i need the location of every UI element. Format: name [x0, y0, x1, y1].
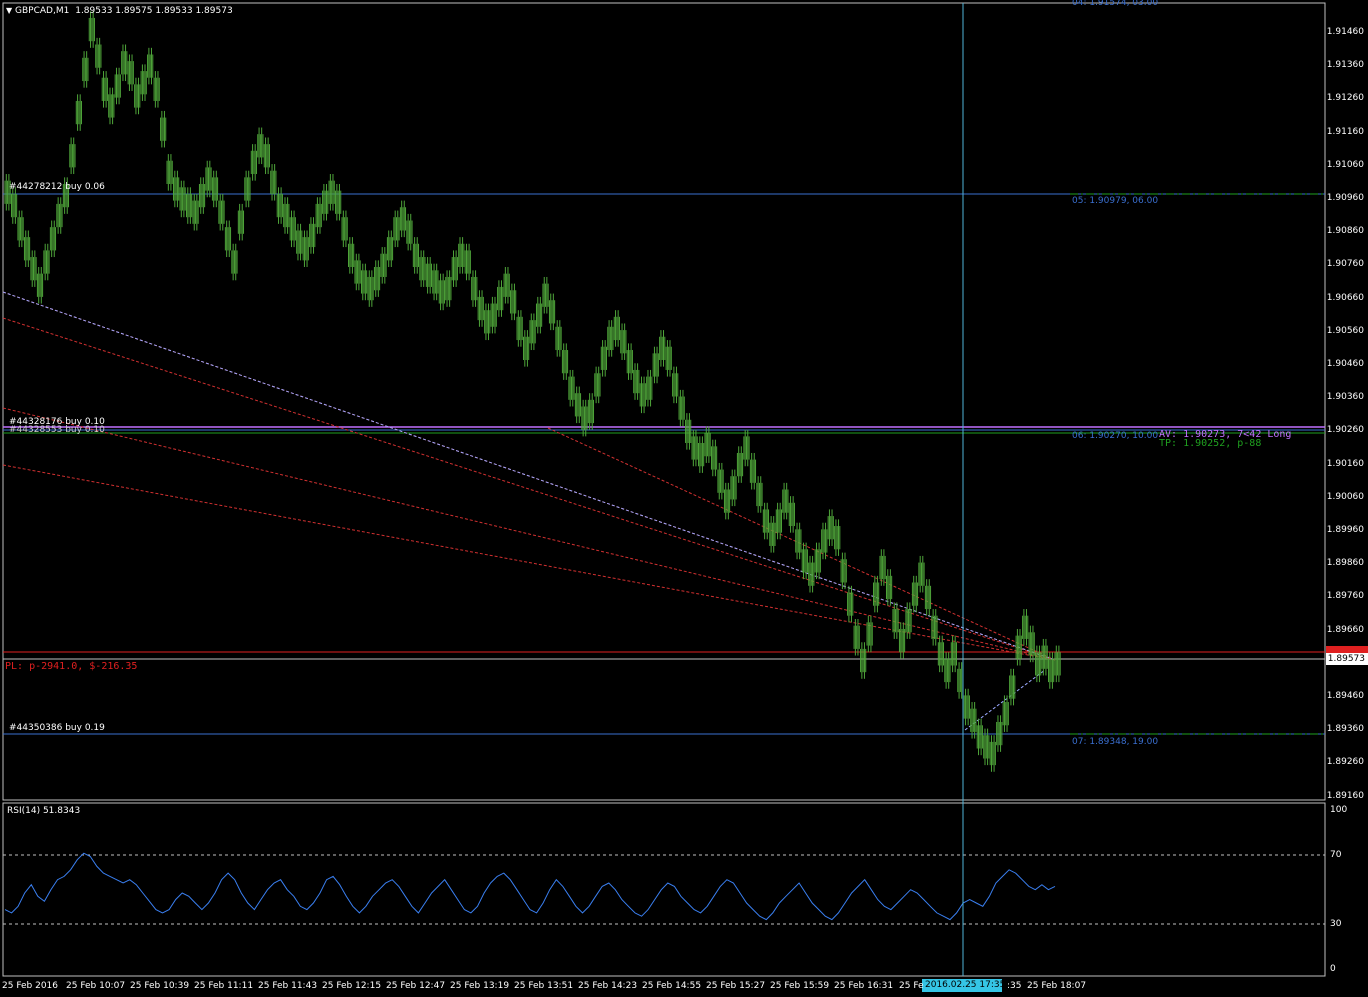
time-tick-label: 25 Feb 11:43 — [258, 981, 318, 991]
time-tick-label: 25 Feb 2016 — [2, 981, 59, 991]
collapse-triangle-icon[interactable]: ▼ — [6, 6, 12, 15]
rsi-axis-0: 0 — [1330, 964, 1336, 974]
time-tick-label: 25 Feb 12:47 — [386, 981, 446, 991]
price-tick-label: 1.90860 — [1326, 226, 1364, 237]
price-tick-label: 1.90260 — [1326, 425, 1364, 436]
time-tick-label: 25 Feb 13:51 — [514, 981, 574, 991]
time-tick-label: 25 Feb 15:59 — [770, 981, 830, 991]
time-tick-label: 25 Feb 13:19 — [450, 981, 510, 991]
price-tick-label: 1.90660 — [1326, 292, 1364, 303]
price-tick-label: 1.91360 — [1326, 60, 1364, 71]
time-tick-label: 25 Feb 14:55 — [642, 981, 702, 991]
time-tick-label: 25 Feb 16:31 — [834, 981, 894, 991]
price-tick-label: 1.91260 — [1326, 93, 1364, 104]
price-tick-label: 1.89760 — [1326, 591, 1364, 602]
price-tick-label: 1.89360 — [1326, 724, 1364, 735]
level-label-05: 05: 1.90979, 06.00 — [1072, 196, 1159, 206]
main-chart-frame — [2, 2, 1326, 801]
time-tick-label: 25 Feb 10:39 — [130, 981, 190, 991]
price-tick-label: 1.89460 — [1326, 691, 1364, 701]
rsi-axis-70: 70 — [1330, 850, 1342, 860]
price-tick-label: 1.91160 — [1326, 126, 1364, 137]
price-tick-label: 1.90060 — [1326, 491, 1364, 502]
chart-header[interactable]: ▼ GBPCAD,M1 1.89533 1.89575 1.89533 1.89… — [6, 5, 233, 17]
time-tick-label: 25 Feb 18:07 — [1027, 981, 1087, 991]
time-tick-label: 25 Feb 11:11 — [194, 981, 254, 991]
pl-text: PL: p-2941.0, $-216.35 — [5, 661, 138, 672]
level-label-06: 06: 1.90270, 10.00 — [1072, 431, 1159, 441]
price-tick-label: 1.89260 — [1326, 757, 1364, 768]
level-label-04: 04: 1.91574, 03.00 — [1072, 0, 1159, 8]
time-tick-label: 25 Feb 15:27 — [706, 981, 766, 991]
symbol-timeframe: GBPCAD,M1 — [15, 6, 70, 16]
price-tick-label: 1.90960 — [1326, 193, 1364, 203]
red-price-box — [1326, 646, 1368, 653]
price-tick-label: 1.91060 — [1326, 159, 1364, 170]
price-tick-label: 1.89960 — [1326, 525, 1364, 535]
price-tick-label: 1.90160 — [1326, 458, 1364, 469]
price-tick-label: 1.90560 — [1326, 325, 1364, 336]
current-price-label: 1.89573 — [1327, 654, 1365, 664]
time-tick-label: 25 Feb 14:23 — [578, 981, 638, 991]
time-tick-label: 25 Feb 12:15 — [322, 981, 382, 991]
rsi-title: RSI(14) 51.8343 — [7, 806, 81, 816]
level-label-07: 07: 1.89348, 19.00 — [1072, 737, 1159, 747]
rsi-axis-30: 30 — [1330, 919, 1342, 929]
price-tick-label: 1.91460 — [1326, 27, 1364, 37]
time-tick-label: :35 — [1007, 981, 1022, 991]
chart-canvas[interactable] — [0, 0, 1368, 997]
order-label-3[interactable]: #44328553 buy 0.10 — [9, 425, 105, 436]
price-tick-label: 1.89860 — [1326, 558, 1364, 569]
tp-text: TP: 1.90252, p-88 — [1159, 438, 1262, 449]
order-label-4[interactable]: #44350386 buy 0.19 — [9, 723, 105, 734]
time-tick-label: 25 Fe — [899, 981, 924, 991]
ohlc-values: 1.89533 1.89575 1.89533 1.89573 — [75, 6, 233, 16]
rsi-axis-100: 100 — [1330, 805, 1348, 815]
price-tick-label: 1.89660 — [1326, 624, 1364, 635]
order-label-1[interactable]: #44278212 buy 0.06 — [9, 182, 105, 193]
price-tick-label: 1.89160 — [1326, 790, 1364, 801]
price-tick-label: 1.90460 — [1326, 359, 1364, 369]
rsi-frame — [2, 802, 1326, 977]
price-tick-label: 1.90360 — [1326, 392, 1364, 403]
price-tick-label: 1.90760 — [1326, 259, 1364, 270]
time-tick-label: 25 Feb 10:07 — [66, 981, 126, 991]
crosshair-time-label: 2016.02.25 17:35 — [925, 980, 1006, 990]
